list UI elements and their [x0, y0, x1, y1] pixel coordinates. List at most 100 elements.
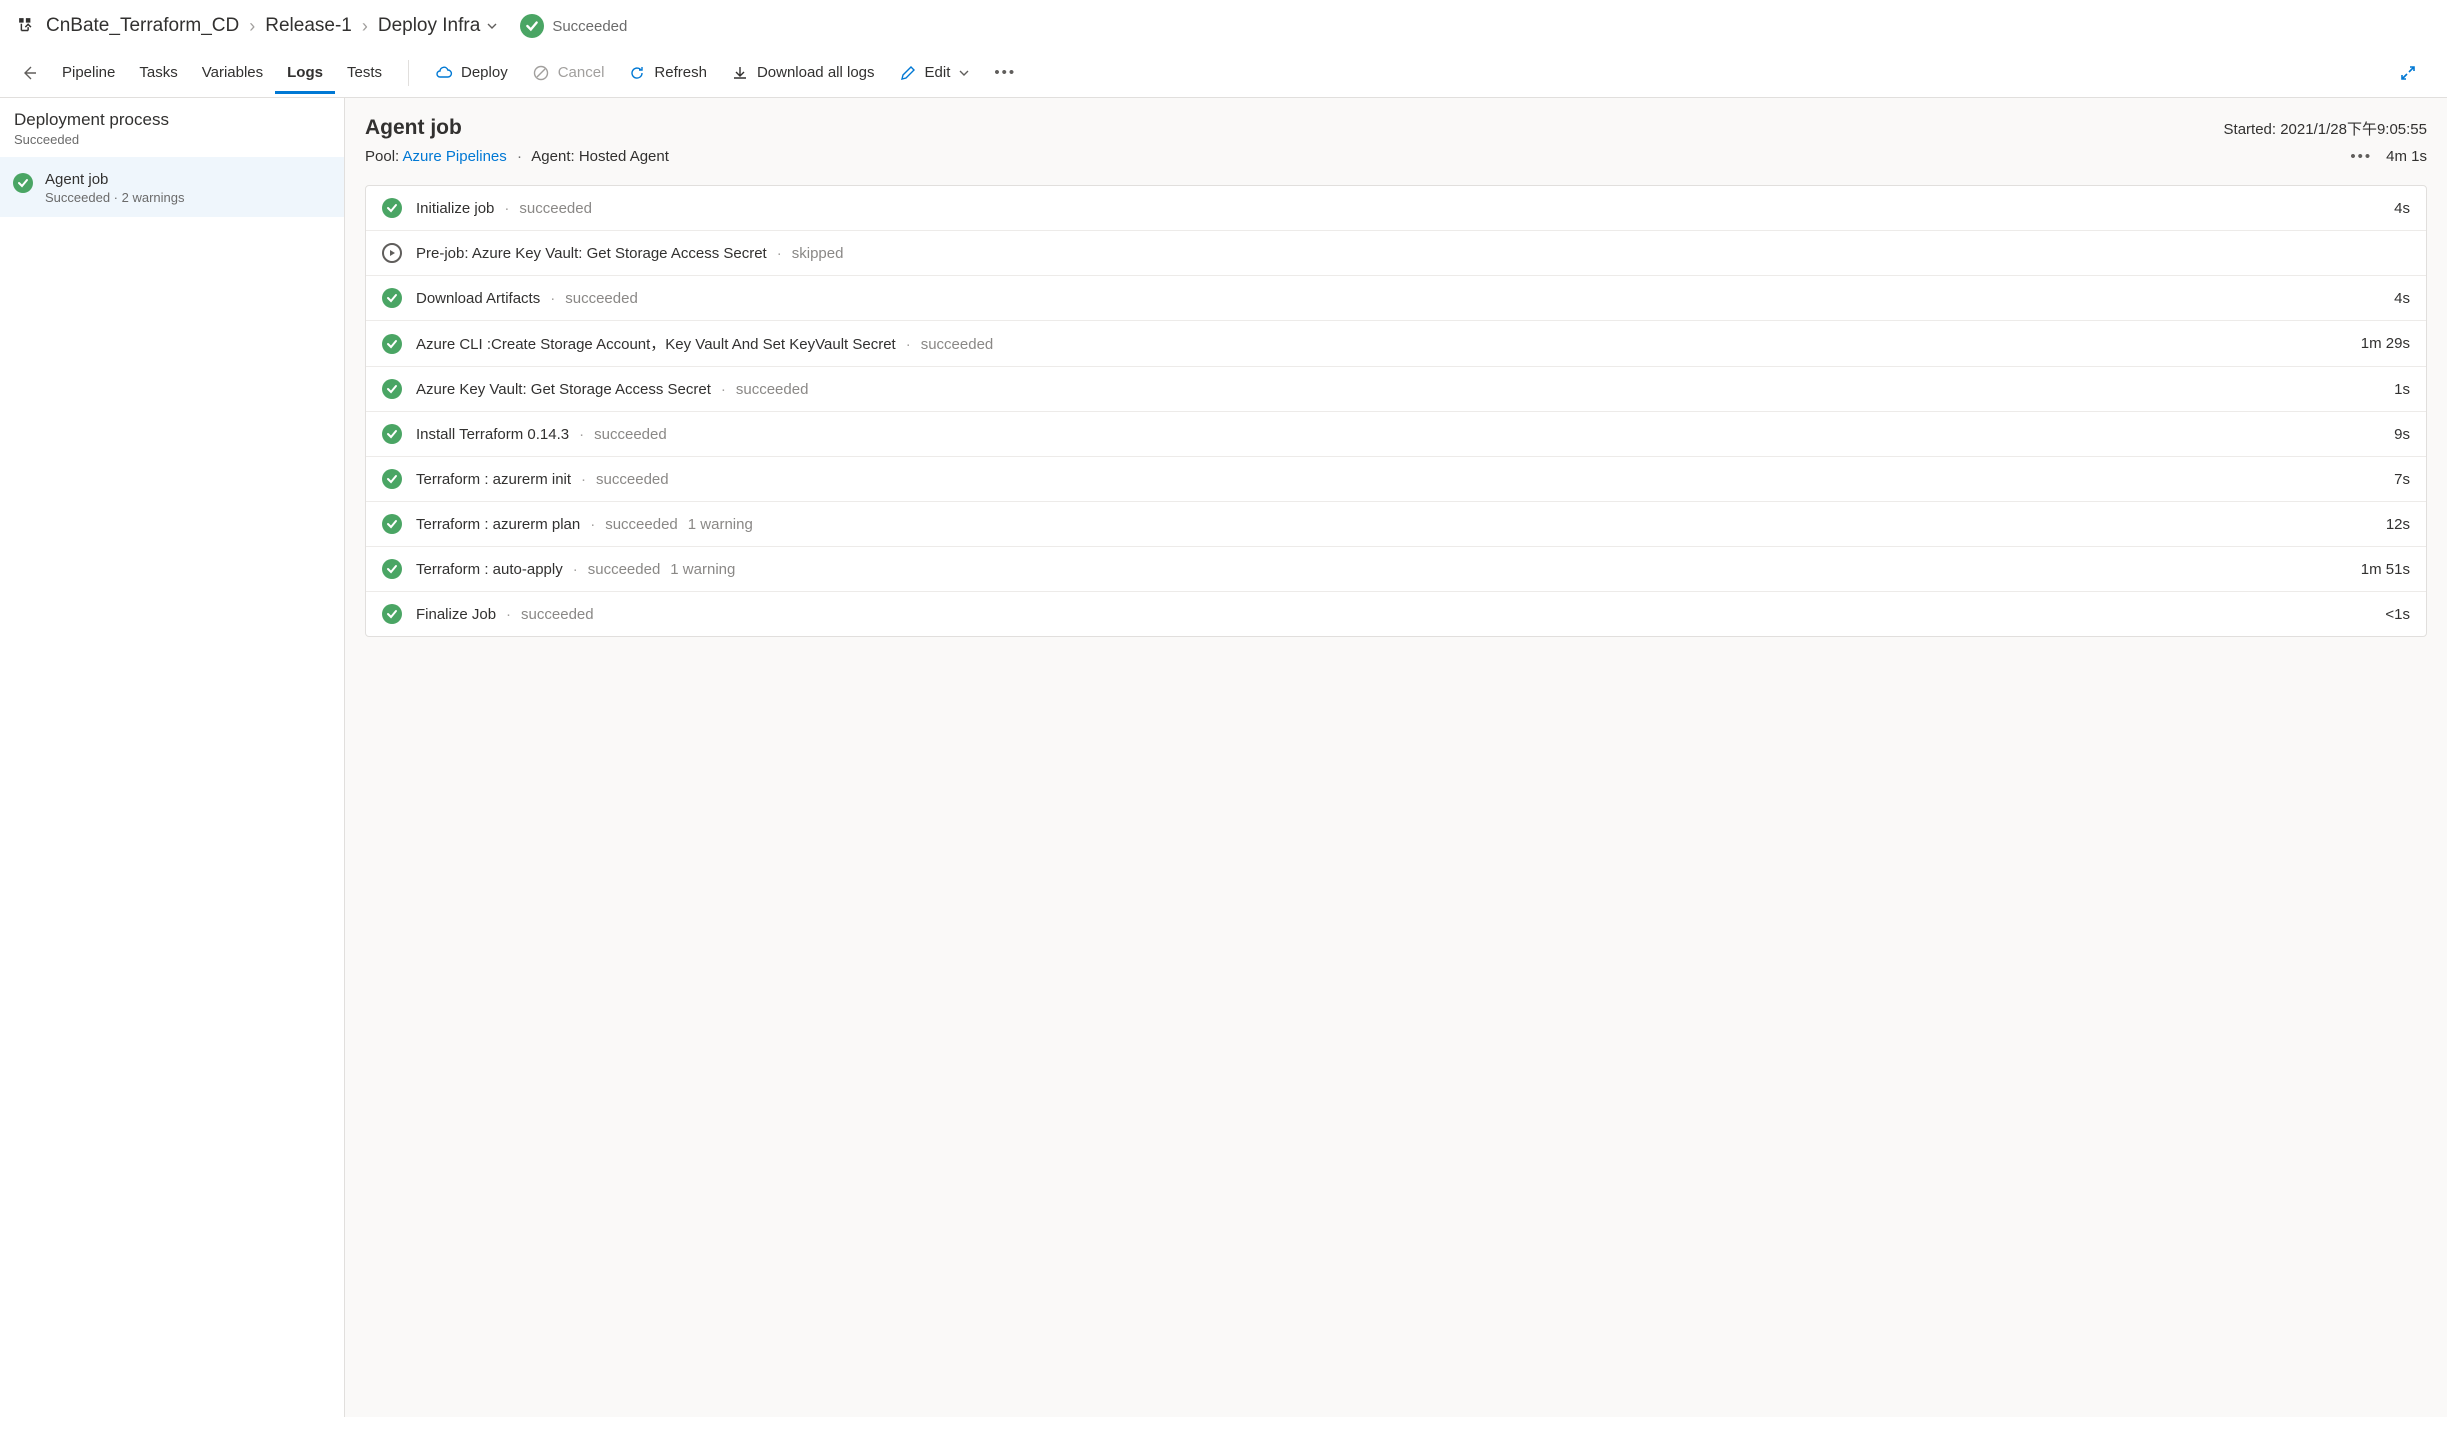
- step-name: Terraform : azurerm init: [416, 471, 571, 488]
- pool-link[interactable]: Azure Pipelines: [403, 148, 507, 165]
- step-row[interactable]: Download Artifacts·succeeded 4s: [366, 275, 2426, 320]
- step-row[interactable]: Azure CLI :Create Storage Account，Key Va…: [366, 320, 2426, 366]
- job-started: Started: 2021/1/28下午9:05:55: [2224, 118, 2427, 139]
- step-name: Pre-job: Azure Key Vault: Get Storage Ac…: [416, 245, 767, 262]
- pool-label: Pool:: [365, 148, 399, 165]
- sidebar: Deployment process Succeeded Agent job S…: [0, 98, 345, 1417]
- separator-dot: ·: [506, 606, 511, 623]
- cancel-button: Cancel: [520, 56, 617, 90]
- breadcrumb-stage[interactable]: Deploy Infra: [378, 15, 498, 37]
- edit-button[interactable]: Edit: [887, 56, 983, 90]
- skipped-icon: [382, 243, 402, 263]
- deploy-button[interactable]: Deploy: [423, 56, 520, 90]
- sidebar-item-agent-job[interactable]: Agent job Succeeded · 2 warnings: [0, 157, 344, 217]
- step-status: succeeded: [594, 426, 667, 443]
- sidebar-item-title: Agent job: [45, 171, 330, 188]
- download-icon: [731, 64, 749, 82]
- download-logs-button[interactable]: Download all logs: [719, 56, 887, 90]
- release-icon: [18, 17, 36, 35]
- separator-dot: ·: [573, 561, 578, 578]
- stage-status-text: Succeeded: [552, 18, 627, 35]
- separator-dot: ·: [906, 336, 911, 353]
- breadcrumb-project[interactable]: CnBate_Terraform_CD: [46, 15, 239, 37]
- more-icon: •••: [994, 64, 1016, 81]
- step-row[interactable]: Finalize Job·succeeded<1s: [366, 591, 2426, 636]
- separator-dot: ·: [590, 516, 595, 533]
- sidebar-status: Succeeded: [14, 132, 330, 147]
- step-main: Download Artifacts·succeeded: [416, 290, 2380, 307]
- sidebar-item-subtitle: Succeeded · 2 warnings: [45, 190, 330, 205]
- refresh-button[interactable]: Refresh: [616, 56, 719, 90]
- step-main: Terraform : auto-apply·succeeded1 warnin…: [416, 561, 2347, 578]
- step-row[interactable]: Terraform : auto-apply·succeeded1 warnin…: [366, 546, 2426, 591]
- success-icon: [382, 469, 402, 489]
- edit-label: Edit: [925, 64, 951, 81]
- separator-dot: ·: [721, 381, 726, 398]
- tab-variables[interactable]: Variables: [190, 52, 275, 94]
- tab-pipeline[interactable]: Pipeline: [50, 52, 127, 94]
- breadcrumb-separator: ›: [362, 16, 368, 37]
- step-main: Azure CLI :Create Storage Account，Key Va…: [416, 333, 2347, 354]
- step-status: succeeded: [596, 471, 669, 488]
- step-duration: 4s: [2394, 290, 2410, 307]
- edit-icon: [899, 64, 917, 82]
- step-row[interactable]: Azure Key Vault: Get Storage Access Secr…: [366, 366, 2426, 411]
- separator-dot: ·: [777, 245, 782, 262]
- step-main: Pre-job: Azure Key Vault: Get Storage Ac…: [416, 245, 2396, 262]
- step-duration: 12s: [2386, 516, 2410, 533]
- fullscreen-button[interactable]: [2387, 56, 2429, 90]
- more-actions-button[interactable]: •••: [982, 56, 1028, 89]
- step-row[interactable]: Terraform : azurerm init·succeeded7s: [366, 456, 2426, 501]
- separator-dot: ·: [550, 290, 555, 307]
- step-status: succeeded: [921, 336, 994, 353]
- download-label: Download all logs: [757, 64, 875, 81]
- step-status: succeeded: [605, 516, 678, 533]
- step-duration: 1m 29s: [2361, 335, 2410, 352]
- step-name: Install Terraform 0.14.3: [416, 426, 569, 443]
- step-name: Azure CLI :Create Storage Account，Key Va…: [416, 333, 896, 354]
- separator-dot: ·: [504, 200, 509, 217]
- chevron-down-icon: [486, 20, 498, 32]
- step-row[interactable]: Install Terraform 0.14.3 · succeeded 9s: [366, 411, 2426, 456]
- tab-tests[interactable]: Tests: [335, 52, 394, 94]
- success-icon: [382, 424, 402, 444]
- step-row[interactable]: Pre-job: Azure Key Vault: Get Storage Ac…: [366, 230, 2426, 275]
- step-main: Initialize job · succeeded: [416, 200, 2380, 217]
- success-icon: [520, 14, 544, 38]
- step-name: Finalize Job: [416, 606, 496, 623]
- separator-dot: ·: [579, 426, 584, 443]
- breadcrumb-stage-label: Deploy Infra: [378, 15, 480, 37]
- step-main: Install Terraform 0.14.3 · succeeded: [416, 426, 2380, 443]
- step-status: succeeded: [519, 200, 592, 217]
- breadcrumb: CnBate_Terraform_CD › Release-1 › Deploy…: [0, 0, 2447, 48]
- toolbar: Pipeline Tasks Variables Logs Tests Depl…: [0, 48, 2447, 98]
- step-duration: 9s: [2394, 426, 2410, 443]
- tab-logs[interactable]: Logs: [275, 52, 335, 94]
- breadcrumb-release[interactable]: Release-1: [265, 15, 352, 37]
- success-icon: [382, 559, 402, 579]
- refresh-label: Refresh: [654, 64, 707, 81]
- cloud-icon: [435, 64, 453, 82]
- step-row[interactable]: Initialize job · succeeded 4s: [366, 186, 2426, 230]
- steps-list: Initialize job · succeeded 4s Pre-job: Azure…: [365, 185, 2427, 637]
- sidebar-header: Deployment process Succeeded: [0, 98, 344, 157]
- step-duration: <1s: [2385, 606, 2410, 623]
- step-duration: 7s: [2394, 471, 2410, 488]
- sidebar-title: Deployment process: [14, 110, 330, 130]
- step-main: Finalize Job·succeeded: [416, 606, 2371, 623]
- tab-tasks[interactable]: Tasks: [127, 52, 189, 94]
- job-duration: 4m 1s: [2386, 148, 2427, 165]
- job-more-button[interactable]: •••: [2350, 148, 2372, 165]
- step-name: Initialize job: [416, 200, 494, 217]
- cancel-label: Cancel: [558, 64, 605, 81]
- step-name: Azure Key Vault: Get Storage Access Secr…: [416, 381, 711, 398]
- success-icon: [382, 379, 402, 399]
- chevron-down-icon: [958, 67, 970, 79]
- back-button[interactable]: [18, 62, 40, 84]
- success-icon: [13, 173, 33, 193]
- step-row[interactable]: Terraform : azurerm plan·succeeded1 warn…: [366, 501, 2426, 546]
- cancel-icon: [532, 64, 550, 82]
- expand-icon: [2399, 64, 2417, 82]
- job-pool-info: Pool: Azure Pipelines · Agent: Hosted Ag…: [365, 148, 669, 165]
- step-duration: 4s: [2394, 200, 2410, 217]
